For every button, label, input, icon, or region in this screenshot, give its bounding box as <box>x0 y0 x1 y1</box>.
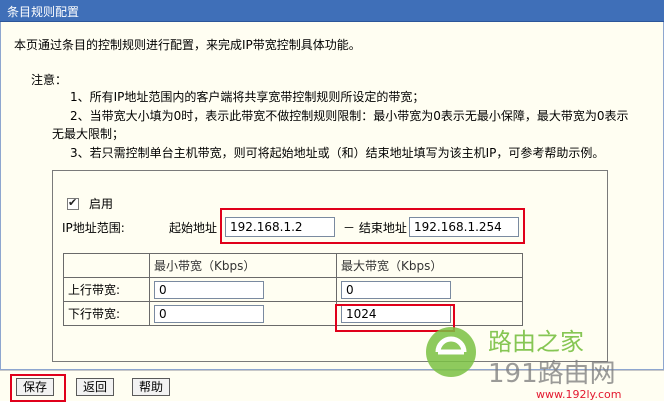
note-1: 1、所有IP地址范围内的客户端将共享宽带控制规则所设定的带宽； <box>70 90 425 104</box>
downlink-label: 下行带宽: <box>63 301 150 326</box>
enable-checkbox[interactable] <box>67 196 79 210</box>
note-2-cont: 无最大限制； <box>52 127 125 141</box>
help-button[interactable]: 帮助 <box>132 378 171 396</box>
back-button[interactable]: 返回 <box>76 378 115 396</box>
watermark-logo: 路由之家 191路由网 www.192ly.com <box>426 327 621 401</box>
router-logo-icon <box>426 327 476 377</box>
intro-text: 本页通过条目的控制规则进行配置，来完成IP带宽控制具体功能。 <box>14 38 361 52</box>
uplink-max-input[interactable]: 0 <box>341 280 451 299</box>
enable-label: 启用 <box>89 197 114 211</box>
note-2: 2、当带宽大小填为0时，表示此带宽不做控制规则限制：最小带宽为0表示无最小保障，… <box>70 109 629 123</box>
table-header-min: 最小带宽（Kbps） <box>149 253 337 278</box>
ip-range-highlight <box>220 208 525 244</box>
table-row: 上行带宽: 0 0 <box>63 277 523 302</box>
watermark-url: www.192ly.com <box>536 388 621 401</box>
watermark-brand: 路由之家 <box>488 328 584 356</box>
notes-title: 注意： <box>31 73 68 87</box>
table-header-max: 最大带宽（Kbps） <box>336 253 523 278</box>
save-highlight <box>10 374 66 402</box>
downlink-min-input[interactable]: 0 <box>154 304 264 323</box>
start-ip-label: 起始地址 <box>169 221 218 235</box>
enable-row: 启用 <box>67 195 113 212</box>
table-header-row: 最小带宽（Kbps） 最大带宽（Kbps） <box>63 253 523 278</box>
window-title: 条目规则配置 <box>7 5 80 19</box>
uplink-label: 上行带宽: <box>63 277 150 302</box>
uplink-min-input[interactable]: 0 <box>154 280 264 299</box>
title-bar: 条目规则配置 <box>0 0 664 22</box>
note-3: 3、若只需控制单台主机带宽，则可将起始地址或（和）结束地址填写为该主机IP，可参… <box>70 146 605 160</box>
watermark-number: 191路由网 <box>488 359 616 389</box>
ip-range-label: IP地址范围: <box>62 221 125 235</box>
table-header-empty <box>63 253 150 278</box>
